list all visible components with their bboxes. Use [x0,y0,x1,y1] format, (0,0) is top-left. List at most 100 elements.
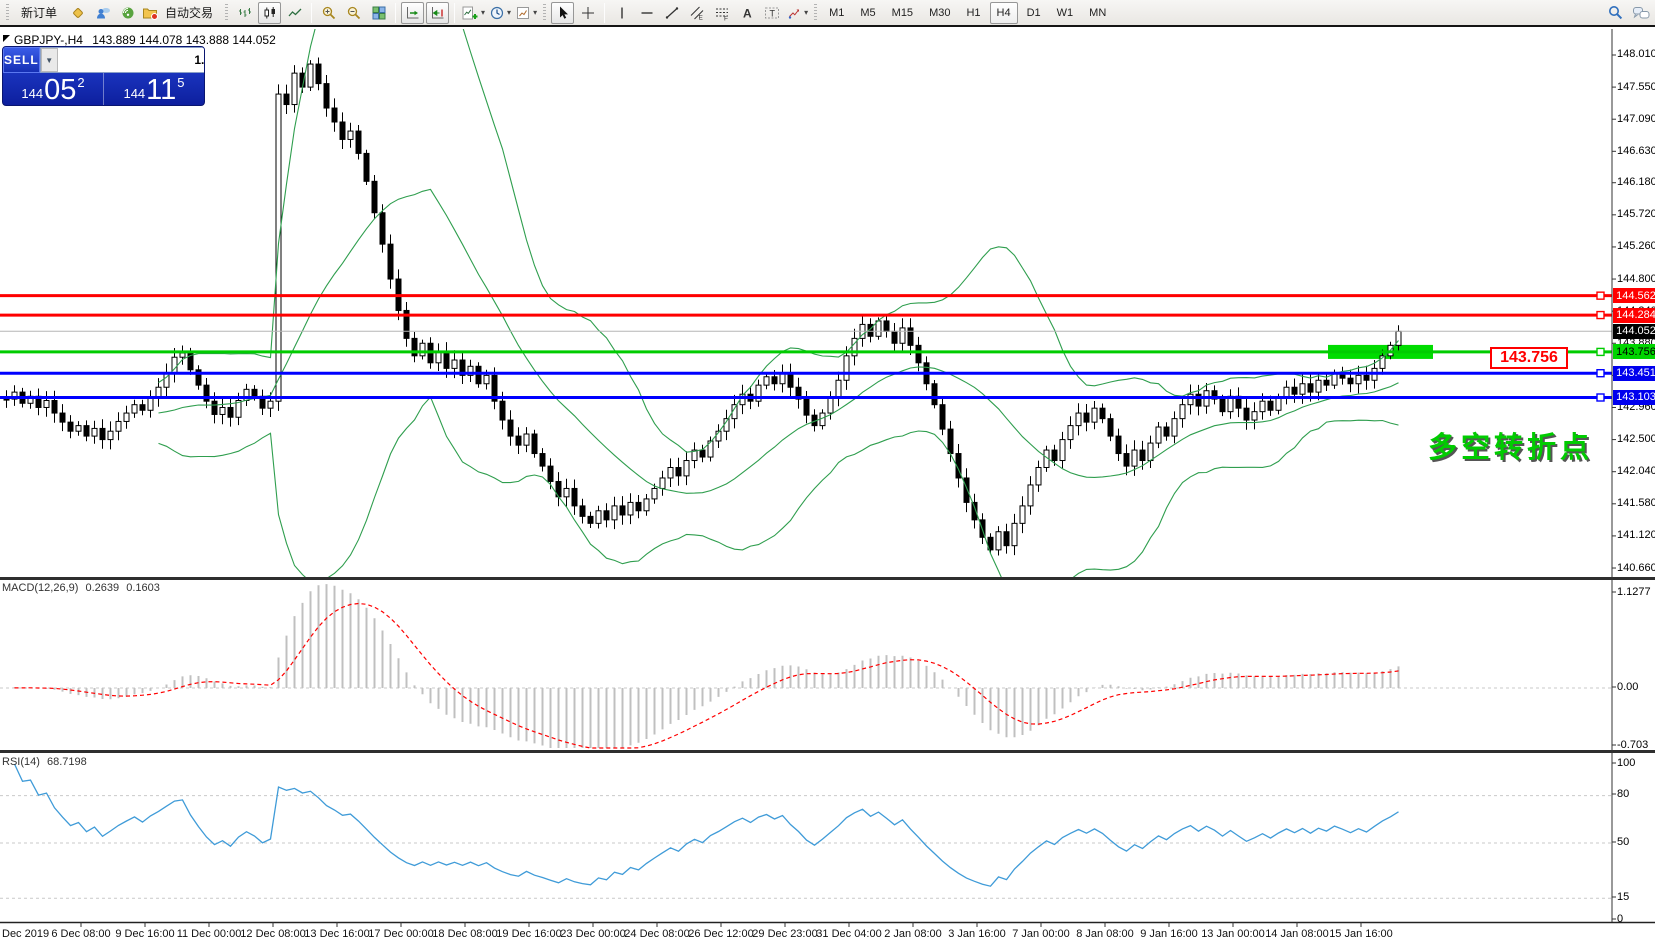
svg-text:A: A [743,6,752,20]
time-axis-label: 23 Dec 00:00 [560,928,625,940]
toolbar-sep [604,3,605,23]
macd-axis-label: -0.703 [1617,739,1648,751]
ohlc-values: 143.889 144.078 143.888 144.052 [92,33,276,47]
zoom-out-button[interactable] [342,2,365,24]
price-tick-label: 145.720 [1617,208,1655,220]
price-annotation-box[interactable]: 143.756 [1490,347,1568,369]
volume-input[interactable] [58,48,205,72]
buy-price-prefix: 144 [123,86,145,101]
toolbar-sep [311,3,312,23]
turning-point-annotation[interactable]: 多空转折点 [1428,424,1593,466]
autoscroll-icon [405,5,421,21]
macd-axis-label: 1.1277 [1617,586,1651,598]
tile-windows-button[interactable] [367,2,390,24]
sell-price-sup: 2 [77,75,84,90]
time-axis-label: 7 Jan 00:00 [1012,928,1070,940]
sell-price-big: 05 [44,76,76,105]
one-click-collapse-icon[interactable] [3,35,10,42]
tf-d1-button[interactable]: D1 [1020,2,1048,24]
auto-scroll-button[interactable] [401,2,424,24]
search-button[interactable] [1604,2,1627,24]
rsi-axis-label: 80 [1617,788,1629,800]
chart-shift-button[interactable] [426,2,449,24]
community-button[interactable] [91,2,114,24]
auto-trading-button[interactable]: 自动交易 [141,2,220,24]
tf-h1-button[interactable]: H1 [959,2,987,24]
price-tick-label: 142.500 [1617,433,1655,445]
sell-price-prefix: 144 [21,86,43,101]
time-axis-label: 2 Jan 08:00 [884,928,942,940]
chart-canvas[interactable] [0,0,1655,947]
volume-stepper: ▼ ▲ [40,47,205,73]
fibonacci-button[interactable]: F [710,2,733,24]
volume-decrease-button[interactable]: ▼ [41,48,58,72]
arrows-button[interactable]: ▾ [785,2,809,24]
chat-button[interactable] [1629,2,1652,24]
gold-tag-button[interactable] [66,2,89,24]
horizontal-line-button[interactable] [635,2,658,24]
buy-price[interactable]: 144 11 5 [104,73,204,106]
chat-icon [1632,5,1650,21]
price-tick-label: 142.040 [1617,465,1655,477]
time-axis-label: 3 Jan 16:00 [948,928,1006,940]
hline-anchor-square [1597,394,1604,401]
indicators-button[interactable]: ▾ [460,2,486,24]
hline-anchor-square [1597,292,1604,299]
time-axis-label: 13 Jan 00:00 [1201,928,1265,940]
price-tick-label: 146.630 [1617,145,1655,157]
hline-icon [639,5,655,21]
rsi-label: RSI(14) 68.7198 [2,756,87,768]
search-icon [1607,4,1624,21]
text-button[interactable]: A [735,2,758,24]
signals-button[interactable] [116,2,139,24]
crosshair-button[interactable] [576,2,599,24]
macd-main-value: 0.2639 [85,582,119,594]
time-axis-label: 18 Dec 08:00 [432,928,497,940]
time-axis-label: 11 Dec 00:00 [177,928,242,940]
periods-button[interactable]: ▾ [488,2,512,24]
line-chart-button[interactable] [283,2,306,24]
tf-h4-button[interactable]: H4 [990,2,1018,24]
zoom-in-button[interactable] [317,2,340,24]
time-axis-label: 29 Dec 23:00 [752,928,817,940]
chevron-down-icon: ▾ [804,8,808,17]
toolbar-grip [6,4,9,22]
channel-icon: E [689,5,705,21]
rsi-axis-label: 0 [1617,913,1623,925]
candlestick-chart-button[interactable] [258,2,281,24]
toolbar-grip [225,4,228,22]
templates-button[interactable]: ▾ [514,2,538,24]
fibo-icon: F [714,5,730,21]
hline-price-label: 143.756 [1613,344,1655,359]
tf-m15-button[interactable]: M15 [885,2,920,24]
tf-w1-button[interactable]: W1 [1050,2,1081,24]
tf-m30-button[interactable]: M30 [922,2,957,24]
equidistant-channel-button[interactable]: E [685,2,708,24]
hline-anchor-square [1597,312,1604,319]
time-axis-label: 19 Dec 16:00 [496,928,561,940]
time-axis-label: 6 Dec 08:00 [51,928,110,940]
text-label-button[interactable]: T [760,2,783,24]
time-axis-label: 9 Dec 16:00 [115,928,174,940]
new-order-button[interactable]: 新订单 [14,2,64,24]
crosshair-icon [580,5,596,21]
trendline-button[interactable] [660,2,683,24]
buy-price-big: 11 [146,76,176,105]
toolbar-grip [814,4,817,22]
chevron-down-icon: ▾ [481,8,485,17]
chart-window[interactable] [0,0,1655,947]
labelT-icon: T [764,5,780,21]
macd-axis-label: 0.00 [1617,681,1638,693]
vline-icon [614,5,630,21]
template-icon [515,5,531,21]
price-tick-label: 146.180 [1617,176,1655,188]
sell-price[interactable]: 144 05 2 [3,73,104,106]
cursor-button[interactable] [551,2,574,24]
tf-mn-button[interactable]: MN [1082,2,1113,24]
vertical-line-button[interactable] [610,2,633,24]
tf-m1-button[interactable]: M1 [822,2,851,24]
bar-chart-button[interactable] [233,2,256,24]
sell-button[interactable]: SELL [3,47,40,73]
tf-m5-button[interactable]: M5 [853,2,882,24]
toolbar-grip [543,4,546,22]
